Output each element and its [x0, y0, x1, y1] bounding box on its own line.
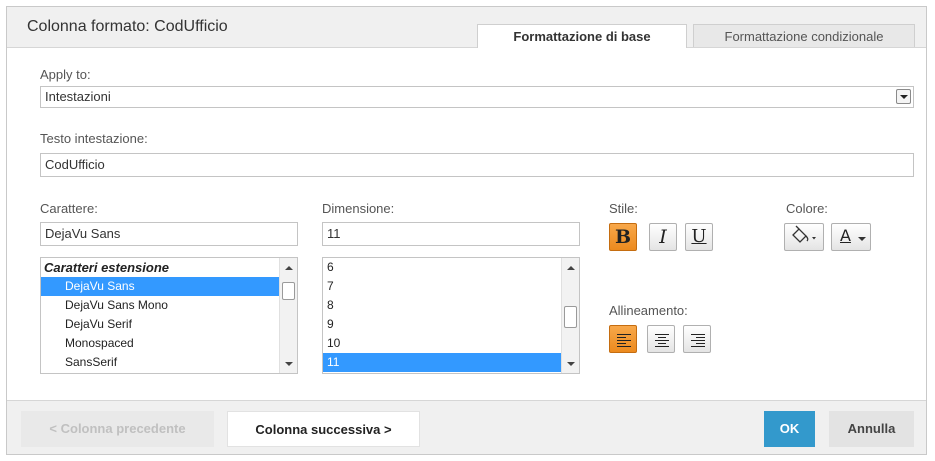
- apply-to-value: Intestazioni: [45, 89, 111, 104]
- size-list-item[interactable]: 7: [323, 277, 579, 296]
- tab-conditional-formatting[interactable]: Formattazione condizionale: [693, 24, 915, 47]
- size-list-item[interactable]: 6: [323, 258, 579, 277]
- chevron-down-icon[interactable]: [896, 89, 911, 104]
- size-list-item[interactable]: 9: [323, 315, 579, 334]
- size-listbox[interactable]: 6 7 8 9 10 11: [322, 257, 580, 374]
- previous-column-button[interactable]: < Colonna precedente: [21, 411, 214, 447]
- tab-basic-formatting[interactable]: Formattazione di base: [477, 24, 687, 48]
- format-column-dialog: Colonna formato: CodUfficio Formattazion…: [6, 6, 927, 455]
- scroll-up-icon[interactable]: [285, 266, 293, 270]
- chevron-down-icon: [858, 237, 866, 241]
- size-list-item[interactable]: 8: [323, 296, 579, 315]
- scroll-down-icon[interactable]: [285, 362, 293, 366]
- bold-button[interactable]: B: [609, 223, 637, 251]
- apply-to-select[interactable]: Intestazioni: [40, 86, 914, 108]
- alignment-label: Allineamento:: [609, 303, 688, 318]
- next-column-button[interactable]: Colonna successiva >: [227, 411, 420, 447]
- align-right-icon: [691, 333, 705, 347]
- align-center-button[interactable]: [647, 325, 675, 353]
- font-list-item[interactable]: DejaVu Serif: [41, 315, 297, 334]
- ok-button[interactable]: OK: [764, 411, 815, 447]
- align-left-button[interactable]: [609, 325, 637, 353]
- align-center-icon: [655, 333, 669, 347]
- font-listbox[interactable]: Caratteri estensione DejaVu Sans DejaVu …: [40, 257, 298, 374]
- header-text-label: Testo intestazione:: [40, 131, 148, 146]
- color-label: Colore:: [786, 201, 828, 216]
- dialog-footer: < Colonna precedente Colonna successiva …: [7, 400, 926, 454]
- size-input[interactable]: 11: [322, 222, 580, 246]
- font-list-scrollbar[interactable]: [279, 258, 297, 373]
- size-list-item[interactable]: 10: [323, 334, 579, 353]
- size-list-item[interactable]: 11: [323, 353, 561, 372]
- dialog-titlebar: Colonna formato: CodUfficio Formattazion…: [7, 7, 926, 48]
- font-list-item[interactable]: SansSerif: [41, 353, 297, 372]
- size-label: Dimensione:: [322, 201, 395, 216]
- paint-bucket-icon: [792, 225, 816, 243]
- dialog-title: Colonna formato: CodUfficio: [27, 18, 228, 35]
- apply-to-label: Apply to:: [40, 67, 91, 82]
- fill-color-button[interactable]: [784, 223, 824, 251]
- header-text-input[interactable]: CodUfficio: [40, 153, 914, 177]
- font-list-group-header: Caratteri estensione: [44, 260, 169, 275]
- scroll-thumb[interactable]: [282, 282, 295, 300]
- size-list-scrollbar[interactable]: [561, 258, 579, 373]
- font-list-item[interactable]: Monospaced: [41, 334, 297, 353]
- font-list-item[interactable]: DejaVu Sans: [41, 277, 279, 296]
- text-color-button[interactable]: A: [831, 223, 871, 251]
- font-list-item[interactable]: DejaVu Sans Mono: [41, 296, 297, 315]
- font-label: Carattere:: [40, 201, 98, 216]
- font-input[interactable]: DejaVu Sans: [40, 222, 298, 246]
- italic-button[interactable]: I: [649, 223, 677, 251]
- scroll-down-icon[interactable]: [567, 362, 575, 366]
- cancel-button[interactable]: Annulla: [829, 411, 914, 447]
- align-right-button[interactable]: [683, 325, 711, 353]
- underline-button[interactable]: U: [685, 223, 713, 251]
- scroll-thumb[interactable]: [564, 306, 577, 328]
- text-color-glyph: A: [840, 226, 851, 245]
- scroll-up-icon[interactable]: [567, 266, 575, 270]
- style-label: Stile:: [609, 201, 638, 216]
- align-left-icon: [617, 333, 631, 347]
